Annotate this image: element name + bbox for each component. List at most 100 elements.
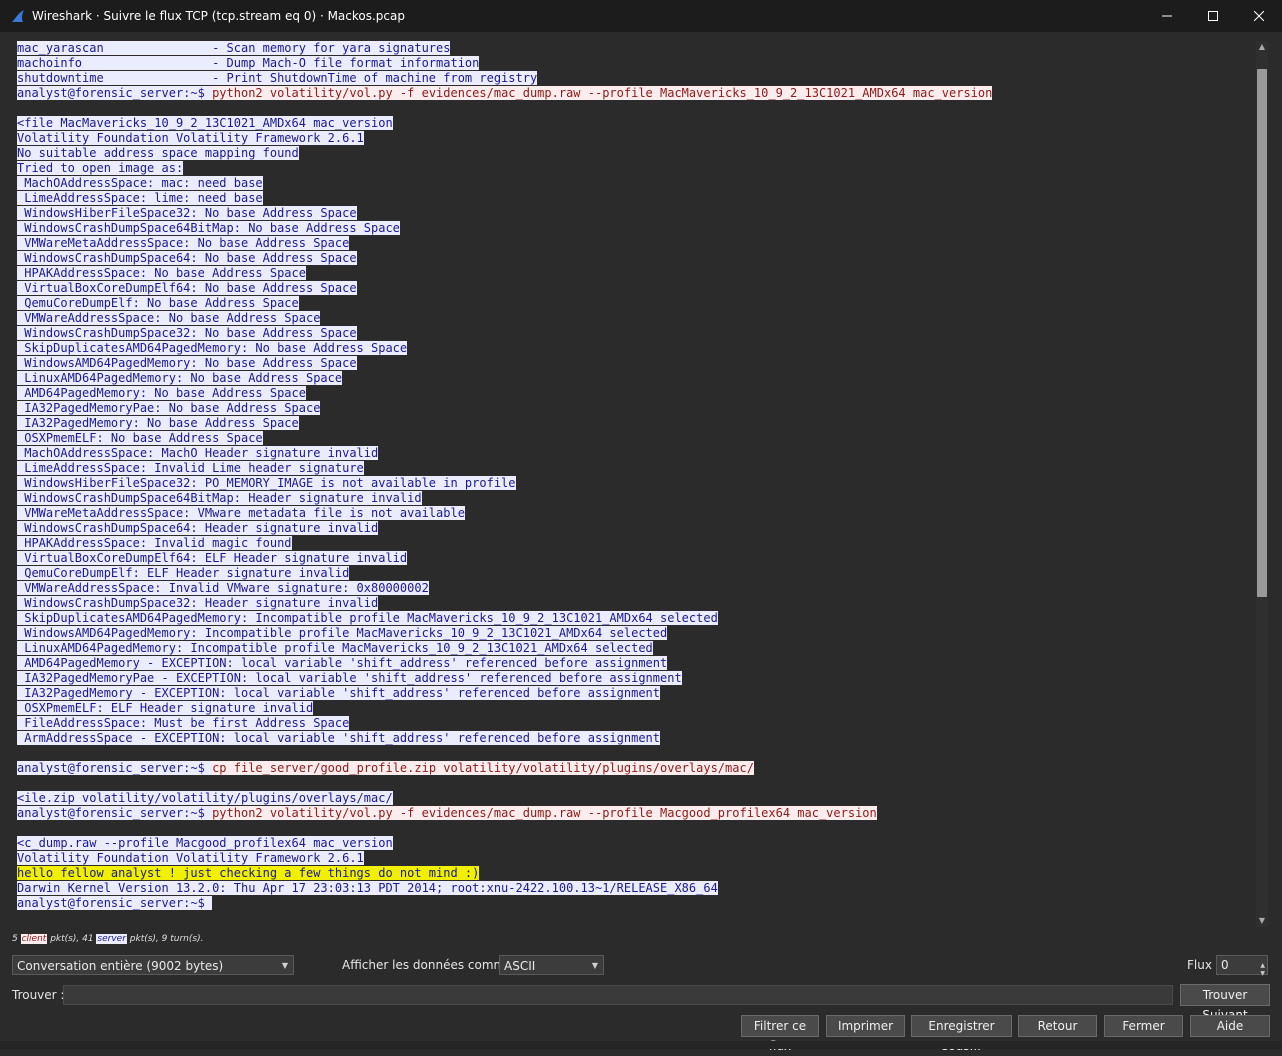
stream-line: HPAKAddressSpace: No base Address Space xyxy=(11,266,1254,281)
title-bar: Wireshark · Suivre le flux TCP (tcp.stre… xyxy=(0,0,1282,32)
server-text: QemuCoreDumpElf: No base Address Space xyxy=(17,296,299,310)
server-text: VMWareMetaAddressSpace: No base Address … xyxy=(17,236,350,250)
show-as-label: Afficher les données comme xyxy=(342,958,513,972)
server-text: Volatility Foundation Volatility Framewo… xyxy=(17,131,364,145)
vertical-scrollbar[interactable]: ▲ ▼ xyxy=(1256,41,1268,927)
stream-line: <c_dump.raw --profile Macgood_profilex64… xyxy=(11,836,1254,851)
close-button[interactable]: Fermer xyxy=(1104,1015,1183,1037)
stream-line: WindowsHiberFileSpace32: No base Address… xyxy=(11,206,1254,221)
stream-line: WindowsAMD64PagedMemory: Incompatible pr… xyxy=(11,626,1254,641)
stream-line xyxy=(11,821,1254,836)
filter-out-button[interactable]: Filtrer ce flux xyxy=(741,1015,819,1053)
stream-line: <ile.zip volatility/volatility/plugins/o… xyxy=(11,791,1254,806)
find-input[interactable] xyxy=(63,985,1173,1005)
scroll-down-icon[interactable]: ▼ xyxy=(1256,915,1268,927)
stream-number-spinbox[interactable]: 0 ▲ ▼ xyxy=(1216,955,1268,977)
spin-down-icon[interactable]: ▼ xyxy=(1260,965,1265,983)
server-text: IA32PagedMemory: No base Address Space xyxy=(17,416,299,430)
server-text: SkipDuplicatesAMD64PagedMemory: Incompat… xyxy=(17,611,718,625)
stream-line: LinuxAMD64PagedMemory: No base Address S… xyxy=(11,371,1254,386)
stream-line: LimeAddressSpace: lime: need base xyxy=(11,191,1254,206)
client-text: cp file_server/good_profile.zip volatili… xyxy=(212,761,754,775)
server-text: IA32PagedMemoryPae: No base Address Spac… xyxy=(17,401,321,415)
server-text: WindowsCrashDumpSpace32: No base Address… xyxy=(17,326,357,340)
client-packet-count: 5 xyxy=(12,934,18,944)
server-text: SkipDuplicatesAMD64PagedMemory: No base … xyxy=(17,341,408,355)
server-text: shutdowntime - Print ShutdownTime of mac… xyxy=(17,71,538,85)
stream-line: VMWareAddressSpace: No base Address Spac… xyxy=(11,311,1254,326)
conversation-select-value: Conversation entière (9002 bytes) xyxy=(17,959,224,973)
server-text: OSXPmemELF: No base Address Space xyxy=(17,431,263,445)
server-badge: server xyxy=(96,934,127,944)
stream-line: VMWareMetaAddressSpace: VMware metadata … xyxy=(11,506,1254,521)
server-text: <ile.zip volatility/volatility/plugins/o… xyxy=(17,791,393,805)
print-button[interactable]: Imprimer xyxy=(826,1015,905,1037)
server-text: OSXPmemELF: ELF Header signature invalid xyxy=(17,701,314,715)
client-text: python2 volatility/vol.py -f evidences/m… xyxy=(212,806,877,820)
stream-line: VMWareAddressSpace: Invalid VMware signa… xyxy=(11,581,1254,596)
stream-line: Volatility Foundation Volatility Framewo… xyxy=(11,851,1254,866)
maximize-icon[interactable] xyxy=(1190,0,1236,32)
server-text: WindowsCrashDumpSpace32: Header signatur… xyxy=(17,596,379,610)
stream-line: mac_yarascan - Scan memory for yara sign… xyxy=(11,41,1254,56)
conversation-select[interactable]: Conversation entière (9002 bytes) ▼ xyxy=(12,955,294,975)
stream-line xyxy=(11,101,1254,116)
server-text: VirtualBoxCoreDumpElf64: ELF Header sign… xyxy=(17,551,408,565)
wireshark-fin-icon xyxy=(12,10,24,22)
stream-line: analyst@forensic_server:~$ xyxy=(11,896,1254,911)
stream-line: HPAKAddressSpace: Invalid magic found xyxy=(11,536,1254,551)
close-icon[interactable] xyxy=(1236,0,1282,32)
server-text: analyst@forensic_server:~$ xyxy=(17,806,213,820)
show-as-select[interactable]: ASCII ▼ xyxy=(499,955,604,975)
stream-line: Volatility Foundation Volatility Framewo… xyxy=(11,131,1254,146)
client-badge: client xyxy=(20,934,48,944)
stream-line: SkipDuplicatesAMD64PagedMemory: No base … xyxy=(11,341,1254,356)
help-button[interactable]: Aide xyxy=(1190,1015,1270,1037)
stream-line: OSXPmemELF: ELF Header signature invalid xyxy=(11,701,1254,716)
server-text: LimeAddressSpace: Invalid Lime header si… xyxy=(17,461,364,475)
show-as-value: ASCII xyxy=(504,959,536,973)
server-text: Tried to open image as: xyxy=(17,161,184,175)
server-text: HPAKAddressSpace: No base Address Space xyxy=(17,266,306,280)
server-text: VMWareAddressSpace: No base Address Spac… xyxy=(17,311,321,325)
stream-line: WindowsAMD64PagedMemory: No base Address… xyxy=(11,356,1254,371)
server-text: analyst@forensic_server:~$ xyxy=(17,896,213,910)
stream-line: WindowsCrashDumpSpace64BitMap: Header si… xyxy=(11,491,1254,506)
stream-line: AMD64PagedMemory: No base Address Space xyxy=(11,386,1254,401)
server-text: WindowsHiberFileSpace32: PO_MEMORY_IMAGE… xyxy=(17,476,516,490)
stream-line: ArmAddressSpace - EXCEPTION: local varia… xyxy=(11,731,1254,746)
server-text: WindowsAMD64PagedMemory: Incompatible pr… xyxy=(17,626,668,640)
stream-line: LimeAddressSpace: Invalid Lime header si… xyxy=(11,461,1254,476)
server-text: AMD64PagedMemory - EXCEPTION: local vari… xyxy=(17,656,668,670)
server-text: LinuxAMD64PagedMemory: No base Address S… xyxy=(17,371,343,385)
server-text: ArmAddressSpace - EXCEPTION: local varia… xyxy=(17,731,660,745)
taskbar-edge xyxy=(0,1041,1282,1049)
tcp-stream-text[interactable]: mac_yarascan - Scan memory for yara sign… xyxy=(11,41,1254,919)
server-text: LimeAddressSpace: lime: need base xyxy=(17,191,263,205)
server-text: analyst@forensic_server:~$ xyxy=(17,86,213,100)
chevron-down-icon: ▼ xyxy=(591,961,598,970)
stream-line: Darwin Kernel Version 13.2.0: Thu Apr 17… xyxy=(11,881,1254,896)
server-text: QemuCoreDumpElf: ELF Header signature in… xyxy=(17,566,350,580)
server-text: WindowsCrashDumpSpace64: No base Address… xyxy=(17,251,357,265)
stream-line: analyst@forensic_server:~$ python2 volat… xyxy=(11,86,1254,101)
stream-line: WindowsCrashDumpSpace64BitMap: No base A… xyxy=(11,221,1254,236)
stream-line: IA32PagedMemory - EXCEPTION: local varia… xyxy=(11,686,1254,701)
server-text: LinuxAMD64PagedMemory: Incompatible prof… xyxy=(17,641,653,655)
scroll-up-icon[interactable]: ▲ xyxy=(1256,41,1268,53)
save-as-button[interactable]: Enregistrer sous... xyxy=(911,1015,1012,1053)
client-text: python2 volatility/vol.py -f evidences/m… xyxy=(212,86,993,100)
stream-line: <file MacMavericks_10_9_2_13C1021_AMDx64… xyxy=(11,116,1254,131)
stream-line: WindowsCrashDumpSpace64: Header signatur… xyxy=(11,521,1254,536)
back-button[interactable]: Retour xyxy=(1018,1015,1097,1037)
server-text: VMWareAddressSpace: Invalid VMware signa… xyxy=(17,581,429,595)
stream-line: QemuCoreDumpElf: ELF Header signature in… xyxy=(11,566,1254,581)
find-next-button[interactable]: Trouver Suivant xyxy=(1180,984,1270,1022)
server-text: No suitable address space mapping found xyxy=(17,146,299,160)
server-text: analyst@forensic_server:~$ xyxy=(17,761,213,775)
minimize-icon[interactable] xyxy=(1144,0,1190,32)
server-text: HPAKAddressSpace: Invalid magic found xyxy=(17,536,292,550)
server-text: FileAddressSpace: Must be first Address … xyxy=(17,716,350,730)
scrollbar-thumb[interactable] xyxy=(1257,69,1267,597)
server-text: IA32PagedMemoryPae - EXCEPTION: local va… xyxy=(17,671,682,685)
